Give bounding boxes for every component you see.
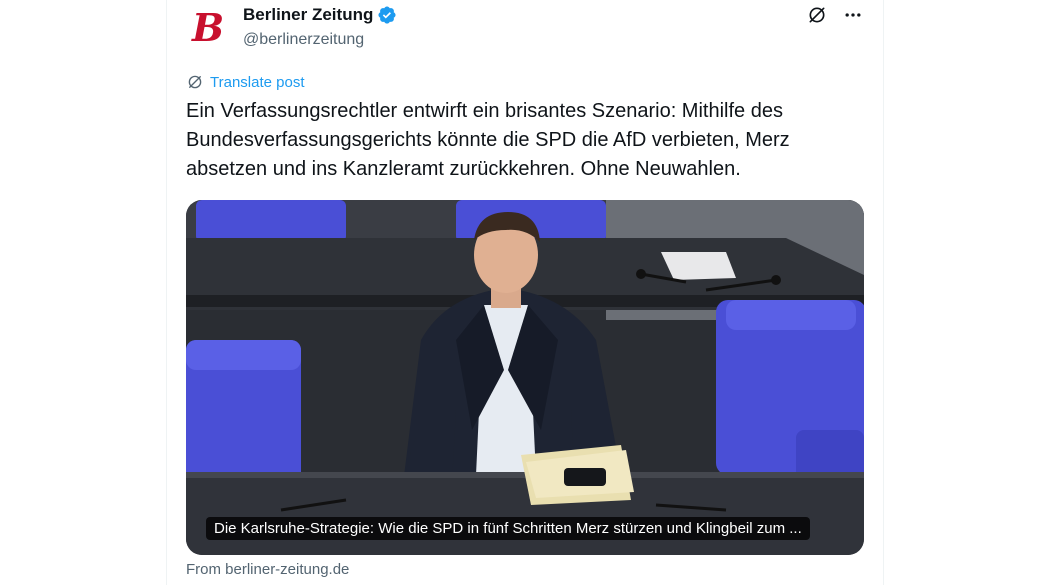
translate-post-link[interactable]: Translate post — [186, 73, 305, 91]
link-source[interactable]: From berliner-zeitung.de — [186, 561, 349, 578]
translate-label: Translate post — [210, 73, 305, 91]
translate-icon — [188, 75, 202, 89]
verified-badge-icon — [378, 6, 396, 24]
post-top-actions — [806, 4, 864, 26]
author-name-row: Berliner Zeitung — [243, 5, 397, 25]
more-icon[interactable] — [842, 4, 864, 26]
slash-circle-icon — [809, 7, 825, 23]
avatar-logo: B — [191, 5, 225, 50]
avatar[interactable]: B — [186, 5, 230, 49]
link-card-caption: Die Karlsruhe-Strategie: Wie die SPD in … — [206, 517, 810, 540]
display-name[interactable]: Berliner Zeitung — [243, 5, 373, 25]
post-text: Ein Verfassungsrechtler entwirft ein bri… — [186, 100, 790, 180]
more-horizontal-icon — [845, 13, 861, 17]
parliament-photo — [186, 200, 864, 555]
handle[interactable]: @berlinerzeitung — [243, 31, 364, 49]
link-card-image[interactable] — [186, 200, 864, 555]
grok-icon[interactable] — [806, 4, 828, 26]
